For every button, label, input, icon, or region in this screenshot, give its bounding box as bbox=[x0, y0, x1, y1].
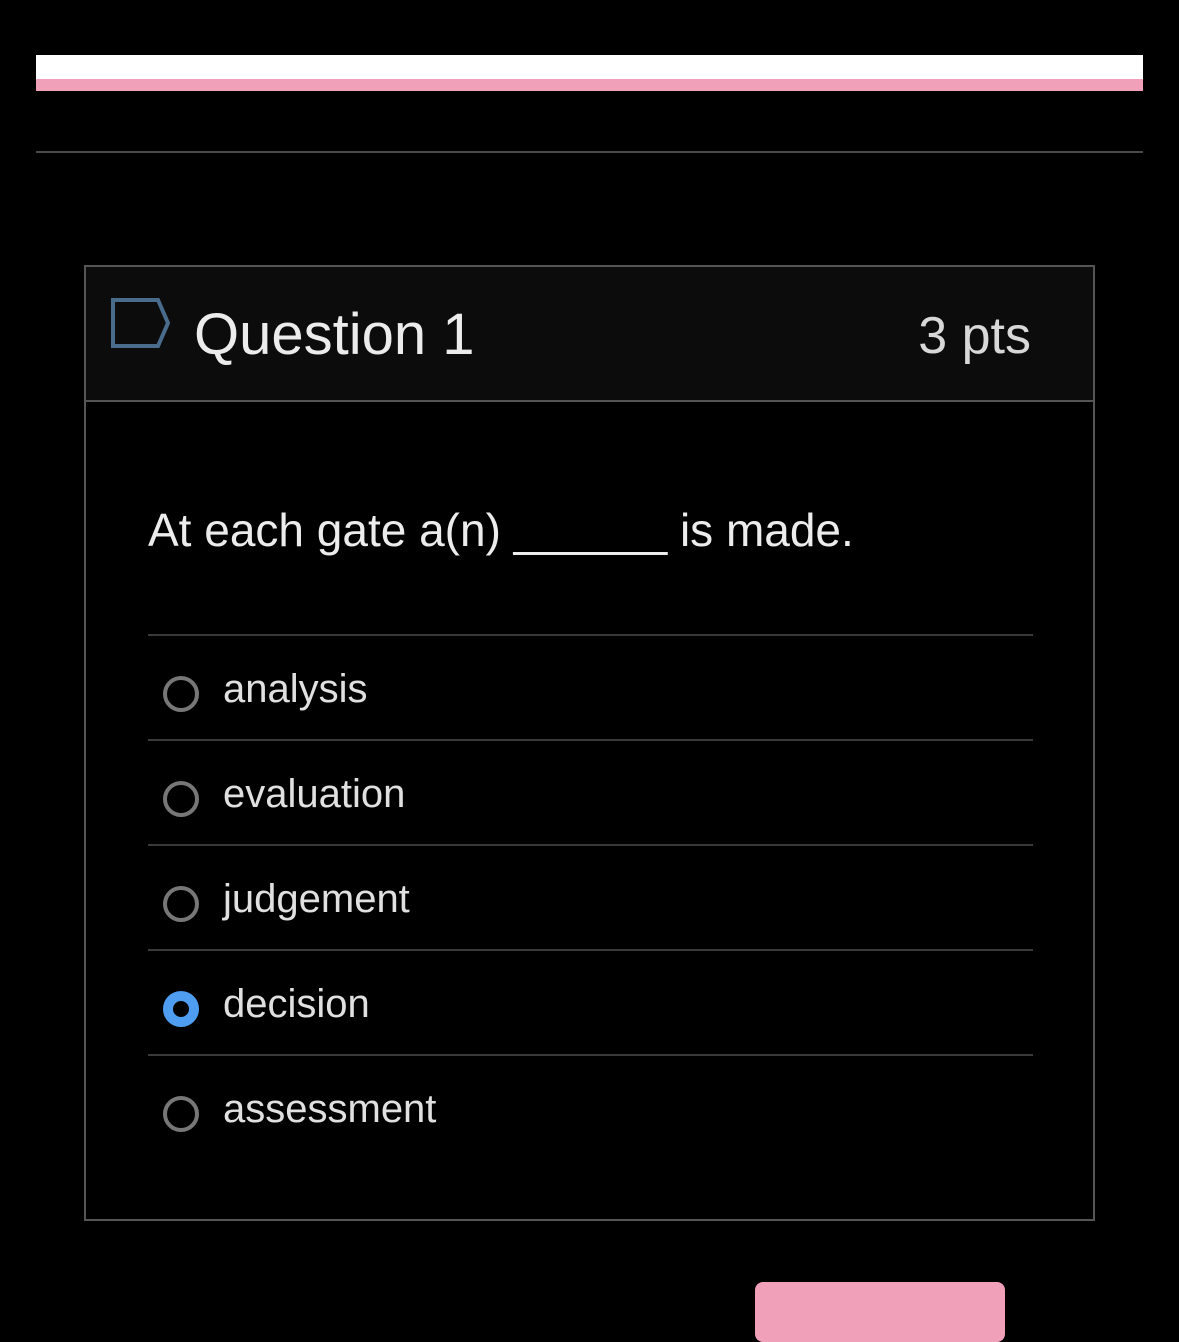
radio-button[interactable] bbox=[163, 676, 199, 712]
answer-label: judgement bbox=[223, 877, 410, 921]
radio-button[interactable] bbox=[163, 781, 199, 817]
radio-button[interactable] bbox=[163, 1096, 199, 1132]
question-card: Question 1 3 pts At each gate a(n) _____… bbox=[84, 265, 1095, 1221]
answer-label: evaluation bbox=[223, 772, 406, 816]
radio-button[interactable] bbox=[163, 886, 199, 922]
answer-label: assessment bbox=[223, 1087, 437, 1131]
answer-label: decision bbox=[223, 982, 370, 1026]
flag-question-icon[interactable] bbox=[110, 297, 172, 349]
page-divider bbox=[36, 151, 1143, 153]
answer-list: analysis evaluation judgement decision a… bbox=[148, 634, 1033, 1159]
answer-option-decision[interactable]: decision bbox=[148, 949, 1033, 1054]
answer-option-analysis[interactable]: analysis bbox=[148, 634, 1033, 739]
top-banner-accent bbox=[36, 79, 1143, 91]
answer-option-evaluation[interactable]: evaluation bbox=[148, 739, 1033, 844]
question-text: At each gate a(n) ______ is made. bbox=[148, 504, 854, 556]
answer-option-assessment[interactable]: assessment bbox=[148, 1054, 1033, 1159]
radio-button-selected[interactable] bbox=[163, 991, 199, 1027]
next-button[interactable] bbox=[755, 1282, 1005, 1342]
answer-label: analysis bbox=[223, 667, 368, 711]
top-banner-white bbox=[36, 55, 1143, 79]
question-points: 3 pts bbox=[918, 307, 1031, 365]
question-header: Question 1 3 pts bbox=[86, 267, 1093, 402]
answer-option-judgement[interactable]: judgement bbox=[148, 844, 1033, 949]
question-title: Question 1 bbox=[194, 302, 475, 367]
